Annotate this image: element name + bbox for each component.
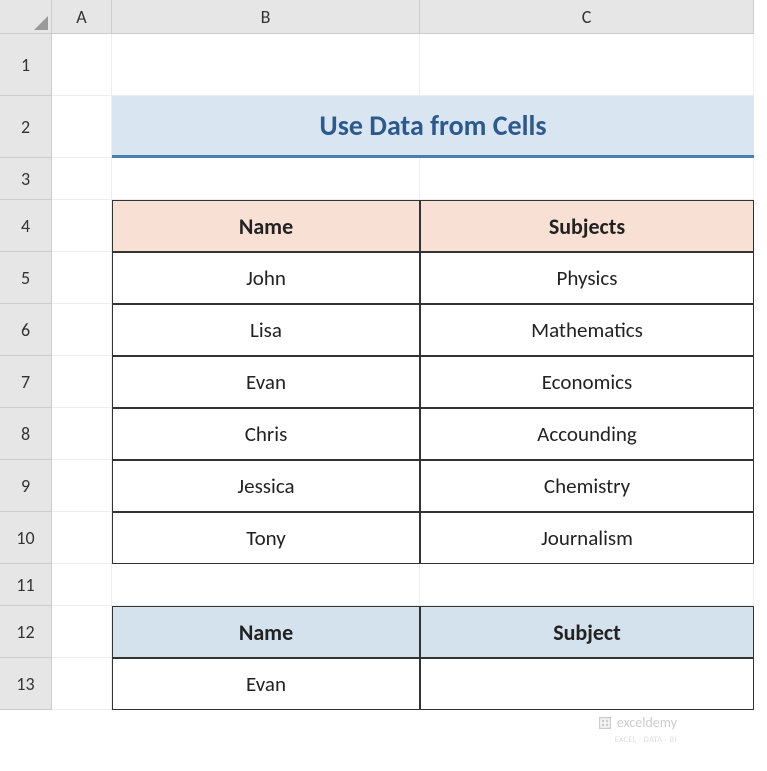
row-header-4[interactable]: 4 xyxy=(0,200,52,252)
cell-a2[interactable] xyxy=(52,96,112,158)
cell-c11[interactable] xyxy=(420,564,754,606)
table-row[interactable]: Mathematics xyxy=(420,304,754,356)
row-header-5[interactable]: 5 xyxy=(0,252,52,304)
title-cell[interactable]: Use Data from Cells xyxy=(112,96,754,158)
cell-a12[interactable] xyxy=(52,606,112,658)
cell-a13[interactable] xyxy=(52,658,112,710)
cell-a5[interactable] xyxy=(52,252,112,304)
watermark: exceldemy xyxy=(597,714,677,731)
cell-c1[interactable] xyxy=(420,34,754,96)
table2-header-name[interactable]: Name xyxy=(112,606,420,658)
cell-a8[interactable] xyxy=(52,408,112,460)
col-header-b[interactable]: B xyxy=(112,0,420,34)
table-row[interactable]: Journalism xyxy=(420,512,754,564)
cell-b1[interactable] xyxy=(112,34,420,96)
row-header-11[interactable]: 11 xyxy=(0,564,52,606)
cell-c3[interactable] xyxy=(420,158,754,200)
table-row[interactable]: Lisa xyxy=(112,304,420,356)
cell-b3[interactable] xyxy=(112,158,420,200)
table-row[interactable]: Chemistry xyxy=(420,460,754,512)
table-row[interactable]: Evan xyxy=(112,356,420,408)
table-row[interactable]: Evan xyxy=(112,658,420,710)
row-header-8[interactable]: 8 xyxy=(0,408,52,460)
cell-a6[interactable] xyxy=(52,304,112,356)
select-all-corner[interactable] xyxy=(0,0,52,34)
table1-header-subjects[interactable]: Subjects xyxy=(420,200,754,252)
table-row[interactable] xyxy=(420,658,754,710)
col-header-c[interactable]: C xyxy=(420,0,754,34)
table-row[interactable]: Tony xyxy=(112,512,420,564)
spreadsheet-grid: A B C 1 2 Use Data from Cells 3 4 Name S… xyxy=(0,0,767,710)
table-row[interactable]: John xyxy=(112,252,420,304)
row-header-1[interactable]: 1 xyxy=(0,34,52,96)
watermark-sub: EXCEL · DATA · BI xyxy=(615,735,677,745)
cell-a11[interactable] xyxy=(52,564,112,606)
cell-a10[interactable] xyxy=(52,512,112,564)
row-header-7[interactable]: 7 xyxy=(0,356,52,408)
watermark-icon xyxy=(597,715,613,731)
cell-a3[interactable] xyxy=(52,158,112,200)
row-header-2[interactable]: 2 xyxy=(0,96,52,158)
row-header-3[interactable]: 3 xyxy=(0,158,52,200)
cell-a1[interactable] xyxy=(52,34,112,96)
cell-a4[interactable] xyxy=(52,200,112,252)
table-row[interactable]: Jessica xyxy=(112,460,420,512)
row-header-12[interactable]: 12 xyxy=(0,606,52,658)
cell-a7[interactable] xyxy=(52,356,112,408)
table-row[interactable]: Chris xyxy=(112,408,420,460)
table-row[interactable]: Accounding xyxy=(420,408,754,460)
table-row[interactable]: Economics xyxy=(420,356,754,408)
table2-header-subject[interactable]: Subject xyxy=(420,606,754,658)
watermark-text: exceldemy xyxy=(617,714,677,731)
cell-a9[interactable] xyxy=(52,460,112,512)
row-header-6[interactable]: 6 xyxy=(0,304,52,356)
col-header-a[interactable]: A xyxy=(52,0,112,34)
table1-header-name[interactable]: Name xyxy=(112,200,420,252)
row-header-13[interactable]: 13 xyxy=(0,658,52,710)
row-header-10[interactable]: 10 xyxy=(0,512,52,564)
row-header-9[interactable]: 9 xyxy=(0,460,52,512)
table-row[interactable]: Physics xyxy=(420,252,754,304)
cell-b11[interactable] xyxy=(112,564,420,606)
